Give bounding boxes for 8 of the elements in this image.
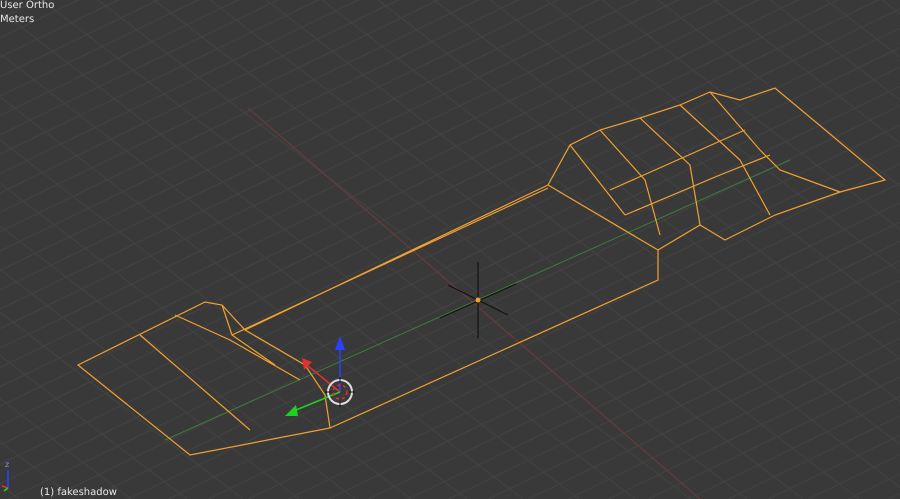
axis-orientation-icon: [2, 470, 9, 492]
transform-gizmo-icon[interactable]: [285, 336, 345, 416]
axis-label: z: [5, 460, 10, 469]
3d-viewport[interactable]: User Ortho Meters z (1) fakeshadow: [0, 0, 900, 499]
object-label: (1) fakeshadow: [40, 487, 117, 499]
units-label: Meters: [0, 14, 36, 26]
view-name: User Ortho: [0, 0, 54, 12]
3d-cursor-icon[interactable]: [324, 376, 356, 408]
